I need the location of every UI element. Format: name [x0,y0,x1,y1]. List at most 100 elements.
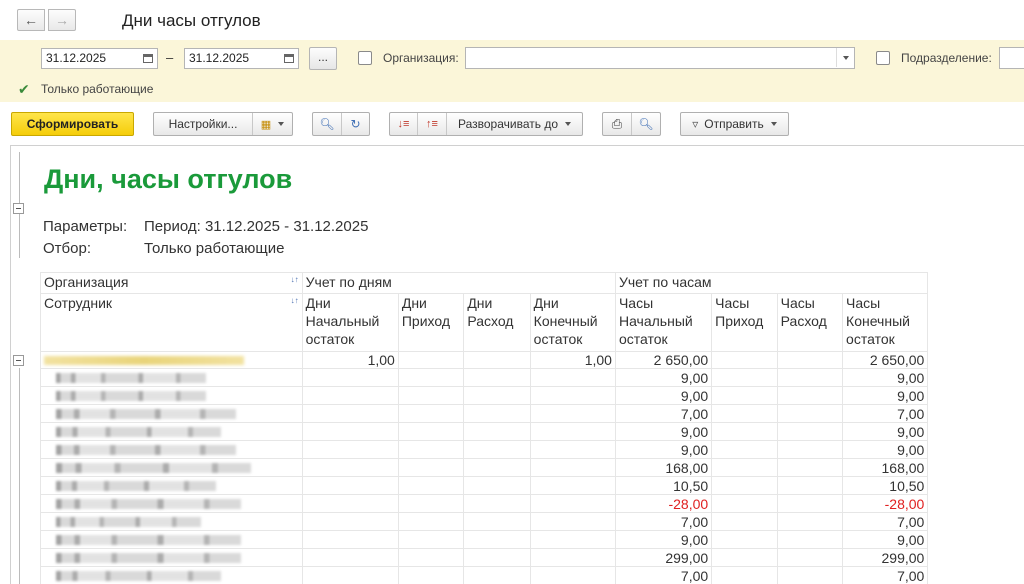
value-cell [463,458,531,477]
table-row[interactable]: 7,00 7,00 [40,566,1024,584]
employee-cell [40,494,303,513]
sort-icon: ↓↑ [290,275,299,284]
value-cell [463,440,531,459]
header-col: Часы Конечный остаток [842,293,929,352]
header-employee: Сотрудник ↓↑ [40,293,303,352]
value-cell [776,476,844,495]
expand-to-dropdown[interactable]: Разворачивать до [447,113,582,135]
table-row[interactable]: 9,00 9,00 [40,440,1024,459]
value-cell [301,494,399,513]
value-cell [397,566,465,584]
variant-dropdown[interactable]: ▦ [253,113,292,135]
printer-icon: ⎙ [611,116,623,131]
value-cell [776,422,844,441]
report-table: Организация ↓↑ Учет по дням Учет по часам… [40,272,1024,584]
date-from-field[interactable]: 31.12.2025 [41,48,158,69]
value-cell: 1,00 [301,351,399,369]
table-row[interactable]: 9,00 9,00 [40,368,1024,387]
value-cell [463,368,531,387]
value-cell: 9,00 [614,386,713,405]
value-cell [463,404,531,423]
table-row[interactable]: 9,00 9,00 [40,386,1024,405]
collapse-header-icon[interactable] [13,203,24,214]
value-cell [711,404,778,423]
value-cell: 299,00 [614,548,713,567]
value-cell: -28,00 [842,494,929,513]
value-cell: 9,00 [842,530,929,549]
header-col: Дни Начальный остаток [301,293,399,352]
print-preview-button[interactable]: 🔍︎ [632,113,660,135]
value-cell [463,386,531,405]
employee-cell [40,386,303,405]
table-row[interactable]: 299,00 299,00 [40,548,1024,567]
value-cell [529,440,616,459]
value-cell [776,566,844,584]
print-preview-icon: 🔍︎ [638,117,654,131]
value-cell [301,386,399,405]
subdivision-select[interactable] [999,47,1024,69]
search-next-icon: ↻ [350,117,361,131]
value-cell [529,422,616,441]
table-row-total[interactable]: 1,00 1,00 2 650,00 2 650,00 [40,351,1024,369]
title-bar: ← → Дни часы отгулов [0,0,1024,40]
only-working-checkbox[interactable]: ✔ [18,81,30,98]
organization-select[interactable] [465,47,855,69]
value-cell [529,458,616,477]
table-row[interactable]: 9,00 9,00 [40,422,1024,441]
header-col: Дни Расход [463,293,531,352]
send-icon: ▿ [692,117,699,131]
table-row[interactable]: -28,00 -28,00 [40,494,1024,513]
print-button[interactable]: ⎙ [603,113,632,135]
header-days-group: Учет по дням [301,272,616,294]
value-cell [711,440,778,459]
value-cell [776,512,844,531]
calendar-icon[interactable] [139,49,157,68]
expand-groups-button[interactable]: ↑≡ [418,113,447,135]
value-cell [301,530,399,549]
value-cell [463,476,531,495]
table-row[interactable]: 7,00 7,00 [40,404,1024,423]
value-cell [463,494,531,513]
collapse-groups-button[interactable]: ↓≡ [390,113,418,135]
value-cell [397,422,465,441]
value-cell: 9,00 [614,368,713,387]
organization-checkbox[interactable] [358,51,372,65]
collapse-group-icon[interactable] [13,355,24,366]
filter-label: Отбор: [43,240,91,257]
value-cell [711,476,778,495]
value-cell [301,476,399,495]
generate-button[interactable]: Сформировать [11,112,134,136]
arrow-right-icon: → [55,12,69,28]
find-button[interactable]: 🔍︎ [313,113,342,135]
table-row[interactable]: 10,50 10,50 [40,476,1024,495]
value-cell [301,422,399,441]
table-row[interactable]: 9,00 9,00 [40,530,1024,549]
send-button[interactable]: ▿ Отправить [680,112,789,136]
find-next-button[interactable]: ↻ [342,113,369,135]
sort-up-icon: ↑≡ [426,118,438,130]
report-spreadsheet[interactable]: Дни, часы отгулов Параметры: Период: 31.… [10,145,1024,584]
calendar-icon[interactable] [280,49,298,68]
report-variant-icon: ▦ [260,118,272,131]
settings-button[interactable]: Настройки... [154,113,253,135]
table-row[interactable]: 7,00 7,00 [40,512,1024,531]
value-cell [301,440,399,459]
window-title: Дни часы отгулов [122,11,261,30]
value-cell: 7,00 [614,566,713,584]
period-select-button[interactable]: ... [309,47,337,70]
date-to-field[interactable]: 31.12.2025 [184,48,299,69]
value-cell [397,351,465,369]
table-row[interactable]: 168,00 168,00 [40,458,1024,477]
organization-cell [40,351,303,369]
value-cell [301,548,399,567]
value-cell [776,530,844,549]
employee-cell [40,548,303,567]
value-cell [711,512,778,531]
expand-to-label: Разворачивать до [457,117,558,131]
back-button[interactable]: ← [17,9,45,31]
subdivision-checkbox[interactable] [876,51,890,65]
value-cell [529,386,616,405]
forward-button[interactable]: → [48,9,76,31]
employee-cell [40,368,303,387]
chevron-down-icon[interactable] [836,48,854,67]
